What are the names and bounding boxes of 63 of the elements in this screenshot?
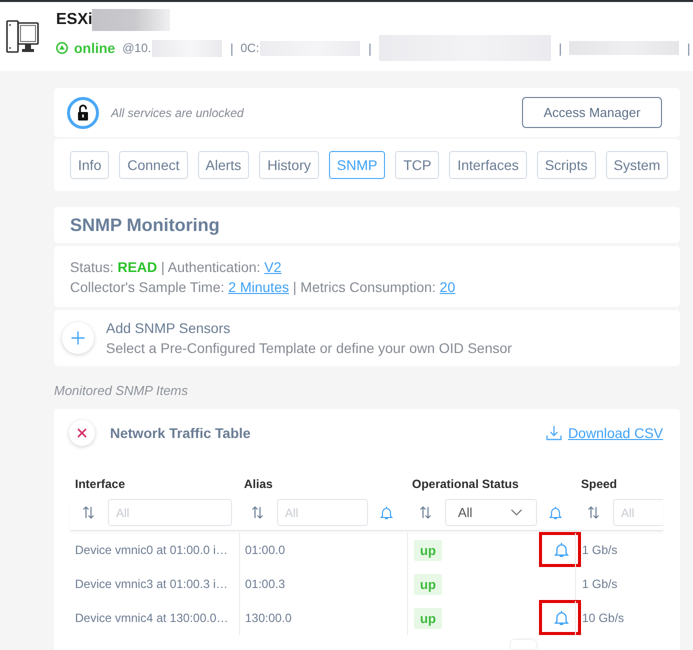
tab[interactable]: Scripts	[536, 151, 596, 179]
tab[interactable]: Connect	[119, 151, 188, 179]
summary-line: Status: READ | Authentication: V2	[70, 258, 282, 277]
value-link[interactable]: 2 Minutes	[228, 279, 289, 295]
table-cell: 130:00.0	[245, 611, 292, 625]
online-status: online	[74, 40, 116, 56]
close-icon	[77, 428, 87, 438]
value-link[interactable]: V2	[264, 259, 282, 275]
table-cell: Device vmnic4 at 130:00.0…	[75, 611, 228, 625]
section-title: SNMP Monitoring	[70, 214, 220, 236]
sort-icon[interactable]	[251, 506, 264, 519]
tab[interactable]: Info	[70, 151, 110, 179]
separator-text: |	[368, 40, 372, 56]
add-sensor-button[interactable]	[62, 322, 94, 354]
table-cell: Device vmnic3 at 01:00.3 i…	[75, 577, 228, 591]
table-cell: 1 Gb/s	[582, 577, 618, 591]
separator-text: |	[686, 40, 690, 56]
table-title: Network Traffic Table	[110, 425, 251, 441]
status-badge: up	[414, 540, 442, 560]
table-cell: 10 Gb/s	[582, 611, 624, 625]
bell-icon[interactable]	[554, 610, 569, 626]
table-cell: Device vmnic0 at 01:00.0 i…	[75, 543, 228, 557]
tab[interactable]: System	[606, 151, 668, 179]
status-badge: up	[414, 608, 442, 628]
download-icon	[546, 425, 562, 441]
remove-button[interactable]	[69, 420, 95, 446]
summary-line: Collector's Sample Time: 2 Minutes | Metrics Consumption: 20	[70, 278, 456, 297]
sort-icon[interactable]	[419, 506, 432, 519]
value-link[interactable]: 20	[440, 279, 456, 295]
section-label: Monitored SNMP Items	[54, 383, 188, 399]
bell-icon[interactable]	[549, 506, 562, 520]
chevron-down-icon	[511, 509, 522, 516]
bell-icon[interactable]	[554, 542, 569, 558]
add-sensors-title: Add SNMP Sensors	[106, 319, 232, 338]
column-header: Speed	[581, 477, 618, 491]
column-header: Operational Status	[412, 477, 519, 491]
table-cell: 01:00.3	[245, 577, 286, 591]
status-up-icon	[56, 42, 68, 54]
separator-text: |	[230, 40, 234, 56]
status-badge: up	[414, 574, 442, 594]
table-cell: 1 Gb/s	[582, 543, 618, 557]
table-cell: 01:00.0	[245, 543, 286, 557]
lock-status-text: All services are unlocked	[111, 106, 244, 120]
device-address: @10.	[122, 41, 152, 55]
device-address: 0C:	[240, 41, 260, 55]
tab[interactable]: Interfaces	[449, 151, 527, 179]
computer-icon	[6, 20, 39, 54]
tab[interactable]: SNMP	[328, 151, 386, 179]
tab[interactable]: Alerts	[198, 151, 250, 179]
filter-select[interactable]: All	[445, 499, 537, 526]
sort-icon[interactable]	[82, 506, 95, 519]
access-manager-button[interactable]: Access Manager	[522, 97, 662, 128]
tab[interactable]: History	[259, 151, 319, 179]
bell-icon[interactable]	[380, 506, 393, 520]
download-csv-link[interactable]: Download CSV	[546, 425, 663, 441]
column-header: Interface	[75, 477, 126, 491]
tab[interactable]: TCP	[395, 151, 440, 179]
add-sensors-description: Select a Pre-Configured Template or define your own OID Sensor	[106, 339, 512, 358]
device-title: ESXi	[56, 11, 92, 29]
column-header: Alias	[244, 477, 273, 491]
sort-icon[interactable]	[587, 506, 600, 519]
separator-text: |	[558, 40, 562, 56]
plus-icon	[71, 331, 85, 345]
